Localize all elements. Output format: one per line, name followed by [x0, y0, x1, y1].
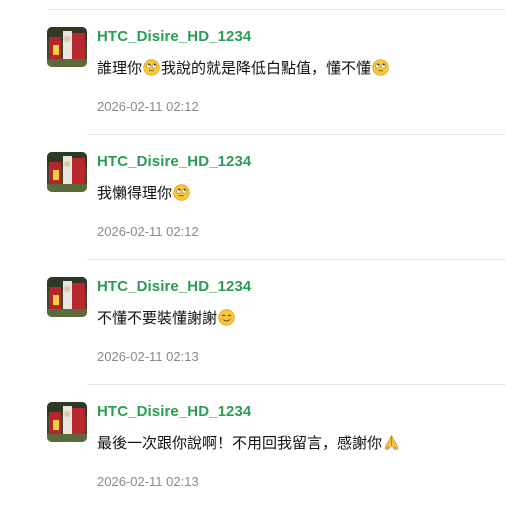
- comment-item: HTC_Disire_HD_1234 最後一次跟你說啊！不用回我留言，感謝你 2…: [0, 385, 505, 508]
- username[interactable]: HTC_Disire_HD_1234: [97, 278, 251, 295]
- comment-text-part: 不懂不要裝懂謝謝: [97, 310, 218, 327]
- comment-text-part: 我懶得理你: [97, 185, 173, 202]
- avatar[interactable]: [47, 277, 87, 317]
- comment-thread: HTC_Disire_HD_1234 誰理你 我說的就是降低白點值，懂不懂 20…: [0, 0, 505, 508]
- smiling-face-emoji: [218, 309, 235, 326]
- comment-item: HTC_Disire_HD_1234 我懶得理你 2026-02-11 02:1…: [0, 135, 505, 260]
- comment-text-part: 我說的就是降低白點值，懂不懂: [161, 60, 372, 77]
- timestamp: 2026-02-11 02:12: [97, 99, 199, 114]
- avatar[interactable]: [47, 27, 87, 67]
- comment-text: 不懂不要裝懂謝謝: [97, 307, 236, 328]
- folded-hands-emoji: [383, 434, 400, 451]
- comment-text-part: 最後一次跟你說啊！不用回我留言，感謝你: [97, 435, 383, 452]
- comment-text: 誰理你 我說的就是降低白點值，懂不懂: [97, 57, 390, 78]
- rolling-eyes-emoji: [143, 59, 160, 76]
- rolling-eyes-emoji: [372, 59, 389, 76]
- username[interactable]: HTC_Disire_HD_1234: [97, 153, 251, 170]
- rolling-eyes-emoji: [173, 184, 190, 201]
- comment-item: HTC_Disire_HD_1234 誰理你 我說的就是降低白點值，懂不懂 20…: [0, 10, 505, 135]
- comment-item: HTC_Disire_HD_1234 不懂不要裝懂謝謝 2026-02-11 0…: [0, 260, 505, 385]
- avatar[interactable]: [47, 402, 87, 442]
- comment-text: 我懶得理你: [97, 182, 191, 203]
- username[interactable]: HTC_Disire_HD_1234: [97, 403, 251, 420]
- username[interactable]: HTC_Disire_HD_1234: [97, 28, 251, 45]
- timestamp: 2026-02-11 02:13: [97, 474, 199, 489]
- timestamp: 2026-02-11 02:12: [97, 224, 199, 239]
- comment-text: 最後一次跟你說啊！不用回我留言，感謝你: [97, 432, 401, 453]
- avatar[interactable]: [47, 152, 87, 192]
- comment-text-part: 誰理你: [97, 60, 143, 77]
- timestamp: 2026-02-11 02:13: [97, 349, 199, 364]
